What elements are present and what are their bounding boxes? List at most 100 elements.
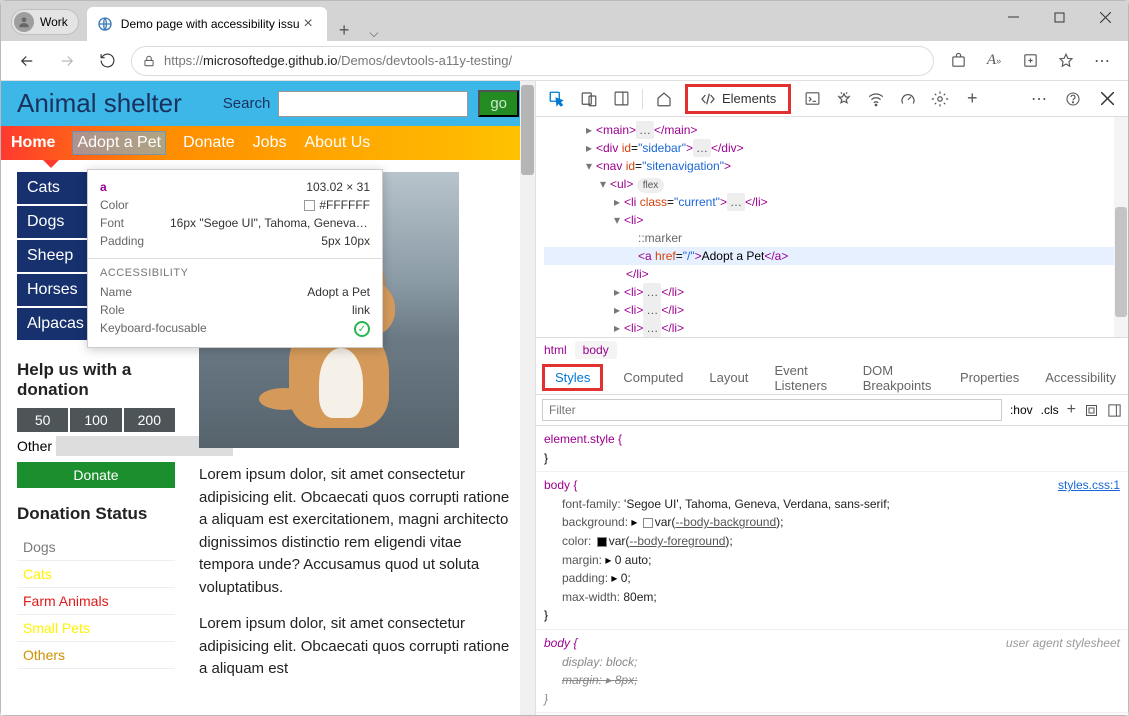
- inherited-from: Inherited from html: [536, 713, 1128, 715]
- other-label: Other: [17, 438, 52, 454]
- hov-toggle[interactable]: :hov: [1010, 403, 1033, 417]
- status-farm[interactable]: Farm Animals: [17, 588, 175, 615]
- tab-elements[interactable]: Elements: [685, 84, 791, 114]
- rule-body[interactable]: styles.css:1 body { font-family: 'Segoe …: [536, 472, 1128, 630]
- inspect-icon[interactable]: [542, 84, 572, 114]
- filter-input[interactable]: [542, 399, 1002, 421]
- dom-line-selected[interactable]: <a href="/">Adopt a Pet</a>: [544, 247, 1120, 265]
- network-icon[interactable]: [861, 84, 891, 114]
- close-window-button[interactable]: [1082, 1, 1128, 33]
- tab-dom-break[interactable]: DOM Breakpoints: [857, 357, 940, 399]
- status-small[interactable]: Small Pets: [17, 615, 175, 642]
- code-icon: [700, 91, 716, 107]
- new-tab-button[interactable]: +: [331, 20, 358, 41]
- browser-tab[interactable]: Demo page with accessibility issu ×: [87, 7, 327, 41]
- go-button[interactable]: go: [478, 90, 519, 117]
- elements-label: Elements: [722, 91, 776, 106]
- nav-jobs[interactable]: Jobs: [253, 134, 287, 152]
- help-icon[interactable]: [1058, 84, 1088, 114]
- donation-50[interactable]: 50: [17, 408, 68, 432]
- rule-body-ua[interactable]: user agent stylesheet body { display: bl…: [536, 630, 1128, 713]
- globe-icon: [97, 16, 113, 32]
- url-field[interactable]: https://microsoftedge.github.io/Demos/de…: [131, 46, 934, 76]
- tooltip-dims: 103.02 × 31: [306, 180, 370, 194]
- dock-right-icon[interactable]: [1107, 403, 1122, 418]
- close-icon[interactable]: ×: [300, 15, 317, 33]
- settings-icon[interactable]: [925, 84, 955, 114]
- status-dogs[interactable]: Dogs: [17, 534, 175, 561]
- nav-home[interactable]: Home: [11, 134, 55, 152]
- devtools-close-icon[interactable]: [1092, 84, 1122, 114]
- back-button[interactable]: [11, 45, 43, 77]
- device-icon[interactable]: [574, 84, 604, 114]
- devtools-toolbar: Elements + ⋯: [536, 81, 1128, 117]
- shopping-icon[interactable]: [942, 45, 974, 77]
- cls-toggle[interactable]: .cls: [1041, 403, 1059, 417]
- tooltip-pad-v: 5px 10px: [321, 234, 370, 248]
- favorite-icon[interactable]: [1050, 45, 1082, 77]
- reading-icon[interactable]: A»: [978, 45, 1010, 77]
- styles-pane: :hov .cls + element.style {} styles.css:…: [536, 395, 1128, 715]
- maximize-button[interactable]: [1036, 1, 1082, 33]
- lock-icon: [142, 54, 156, 68]
- sources-icon[interactable]: [829, 84, 859, 114]
- crumb-body[interactable]: body: [575, 341, 617, 359]
- tab-events[interactable]: Event Listeners: [768, 357, 842, 399]
- dock-icon[interactable]: [606, 84, 636, 114]
- titlebar: Work Demo page with accessibility issu ×…: [1, 1, 1128, 41]
- profile-chip[interactable]: Work: [11, 9, 79, 35]
- reload-button[interactable]: [91, 45, 123, 77]
- tooltip-acc-heading: ACCESSIBILITY: [100, 267, 370, 279]
- dom-scrollbar[interactable]: [1114, 117, 1128, 337]
- search-input[interactable]: [278, 91, 468, 117]
- nav-donate[interactable]: Donate: [183, 134, 235, 152]
- crumb-html[interactable]: html: [544, 343, 567, 357]
- collections-icon[interactable]: [1014, 45, 1046, 77]
- page-scrollbar[interactable]: [520, 81, 535, 715]
- status-others[interactable]: Others: [17, 642, 175, 669]
- tab-accessibility[interactable]: Accessibility: [1039, 364, 1122, 391]
- tooltip-kf-k: Keyboard-focusable: [100, 321, 207, 337]
- search-label: Search: [223, 95, 271, 112]
- menu-icon[interactable]: ⋯: [1086, 45, 1118, 77]
- tab-properties[interactable]: Properties: [954, 364, 1025, 391]
- check-icon: ✓: [354, 321, 370, 337]
- avatar-icon: [14, 12, 34, 32]
- styles-tabs: Styles Computed Layout Event Listeners D…: [536, 361, 1128, 395]
- minimize-button[interactable]: [990, 1, 1036, 33]
- console-icon[interactable]: [797, 84, 827, 114]
- tooltip-font-k: Font: [100, 216, 124, 230]
- donation-heading: Help us with a donation: [17, 360, 175, 400]
- nav-adopt[interactable]: Adopt a Pet: [73, 132, 165, 154]
- donation-200[interactable]: 200: [124, 408, 175, 432]
- status-heading: Donation Status: [17, 504, 175, 524]
- rule-element-style[interactable]: element.style {}: [536, 426, 1128, 472]
- tooltip-name-k: Name: [100, 285, 132, 299]
- tab-computed[interactable]: Computed: [617, 364, 689, 391]
- status-cats[interactable]: Cats: [17, 561, 175, 588]
- new-style-icon[interactable]: +: [1067, 401, 1076, 419]
- tooltip-role-k: Role: [100, 303, 125, 317]
- url-prefix: https://: [164, 53, 203, 68]
- tab-styles[interactable]: Styles: [542, 364, 603, 391]
- flex-badge[interactable]: flex: [637, 178, 665, 193]
- tab-layout[interactable]: Layout: [703, 364, 754, 391]
- devtools: Elements + ⋯ ▸<main>…</main> ▸<div id="s…: [535, 81, 1128, 715]
- forward-button: [51, 45, 83, 77]
- layout-icon[interactable]: [1084, 403, 1099, 418]
- ua-label: user agent stylesheet: [1006, 634, 1120, 653]
- dom-tree[interactable]: ▸<main>…</main> ▸<div id="sidebar">…</di…: [536, 117, 1128, 337]
- tooltip-color-v: #FFFFFF: [304, 198, 370, 212]
- donation-100[interactable]: 100: [70, 408, 121, 432]
- donate-button[interactable]: Donate: [17, 462, 175, 488]
- tab-chevron-icon[interactable]: ⌵: [361, 26, 386, 41]
- nav-about[interactable]: About Us: [304, 134, 370, 152]
- tooltip-font-v: 16px "Segoe UI", Tahoma, Geneva, Verda…: [170, 216, 370, 230]
- more-icon[interactable]: ⋯: [1024, 84, 1054, 114]
- profile-label: Work: [40, 15, 68, 29]
- url-domain: microsoftedge.github.io: [203, 53, 337, 68]
- plus-icon[interactable]: +: [957, 84, 987, 114]
- welcome-icon[interactable]: [649, 84, 679, 114]
- performance-icon[interactable]: [893, 84, 923, 114]
- source-link[interactable]: styles.css:1: [1058, 476, 1120, 495]
